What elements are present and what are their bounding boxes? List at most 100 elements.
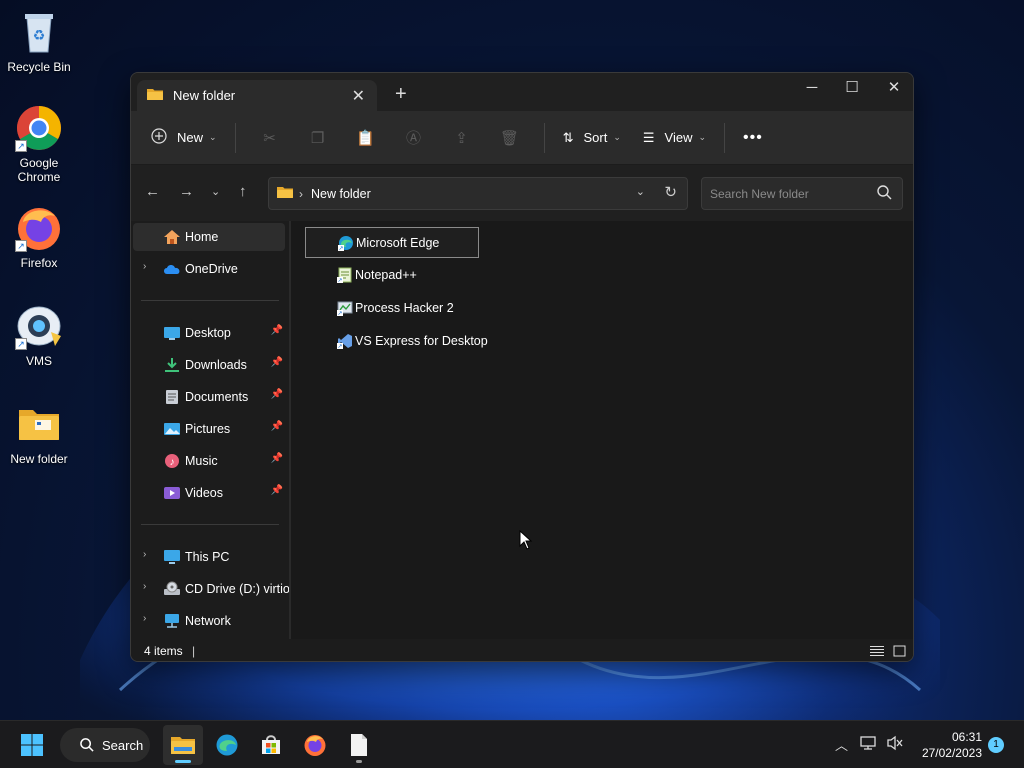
new-tab-button[interactable]: + — [395, 83, 407, 106]
toolbar-separator — [543, 122, 545, 153]
sidebar-item-music[interactable]: ♪ Music 📌 — [133, 447, 285, 475]
taskbar-edge[interactable] — [207, 725, 247, 765]
taskbar-search-button[interactable]: Search — [60, 728, 150, 762]
desktop-icon — [163, 325, 181, 341]
forward-arrow-icon[interactable]: → — [179, 183, 194, 200]
notification-badge[interactable]: 1 — [988, 737, 1004, 753]
network-status-icon[interactable] — [860, 735, 878, 754]
copy-icon[interactable]: ❐ — [294, 129, 342, 147]
taskbar-notepad[interactable] — [339, 725, 379, 765]
sidebar-item-label: Videos — [185, 486, 223, 500]
pin-icon[interactable]: 📌 — [271, 389, 283, 400]
sidebar-item-videos[interactable]: Videos 📌 — [133, 479, 285, 507]
expand-chevron-icon[interactable]: › — [143, 581, 146, 592]
tab-new-folder[interactable]: New folder ✕ — [137, 80, 377, 111]
desktop-icon-recycle-bin[interactable]: ♻ Recycle Bin — [2, 8, 76, 74]
file-item-notepad-plus-plus[interactable]: ↗ Notepad++ — [305, 260, 479, 291]
sidebar-item-onedrive[interactable]: › OneDrive — [133, 255, 285, 283]
minimize-button[interactable]: ─ — [792, 73, 832, 101]
sidebar-item-this-pc[interactable]: › This PC — [133, 543, 285, 571]
edge-icon: ↗ — [338, 235, 354, 252]
navigation-pane: Home › OneDrive Desktop 📌 Downloads 📌 Do… — [131, 221, 294, 639]
visual-studio-icon: ↗ — [337, 333, 353, 350]
search-icon — [80, 738, 94, 752]
file-item-microsoft-edge[interactable]: ↗ Microsoft Edge — [305, 227, 479, 258]
view-button-label: View — [664, 130, 693, 145]
sidebar-item-label: Documents — [185, 390, 249, 404]
expand-chevron-icon[interactable]: › — [143, 549, 146, 560]
volume-muted-icon[interactable] — [886, 735, 904, 754]
share-icon[interactable]: ⇪ — [438, 129, 486, 147]
home-icon — [163, 229, 181, 245]
file-item-vs-express[interactable]: ↗ VS Express for Desktop — [305, 326, 488, 357]
desktop-icon-google-chrome[interactable]: ↗ Google Chrome — [2, 104, 76, 184]
view-button[interactable]: ☰ View ⌄ — [635, 122, 714, 154]
address-row: ← → ⌄ ↑ › New folder ⌄ ↻ Search New fold… — [131, 165, 913, 221]
details-view-icon[interactable] — [870, 645, 884, 657]
new-button[interactable]: New ⌄ — [143, 122, 225, 154]
back-arrow-icon[interactable]: ← — [145, 183, 160, 200]
sidebar-item-downloads[interactable]: Downloads 📌 — [133, 351, 285, 379]
taskbar-firefox[interactable] — [295, 725, 335, 765]
refresh-icon[interactable]: ↻ — [664, 183, 677, 201]
cut-icon[interactable]: ✂ — [246, 129, 294, 147]
start-button[interactable] — [12, 725, 52, 765]
search-input[interactable]: Search New folder — [701, 177, 903, 210]
system-clock[interactable]: 06:31 27/02/2023 — [910, 729, 982, 761]
sidebar-item-documents[interactable]: Documents 📌 — [133, 383, 285, 411]
notepad-icon — [351, 734, 367, 756]
svg-text:↗: ↗ — [337, 278, 342, 283]
pin-icon[interactable]: 📌 — [271, 357, 283, 368]
desktop-icon-vms[interactable]: ↗ VMS — [2, 302, 76, 368]
sidebar-item-label: OneDrive — [185, 262, 238, 276]
vms-camera-icon: ↗ — [15, 302, 63, 350]
sidebar-item-home[interactable]: Home — [133, 223, 285, 251]
svg-text:↗: ↗ — [337, 344, 342, 349]
tab-close-icon[interactable]: ✕ — [352, 86, 365, 106]
expand-chevron-icon[interactable]: › — [143, 261, 146, 272]
pin-icon[interactable]: 📌 — [271, 325, 283, 336]
show-hidden-icons-chevron-icon[interactable]: ︿ — [835, 735, 848, 754]
recent-locations-icon[interactable]: ⌄ — [211, 185, 220, 198]
sidebar-item-desktop[interactable]: Desktop 📌 — [133, 319, 285, 347]
up-arrow-icon[interactable]: ↑ — [239, 183, 247, 200]
status-bar: 4 items | — [131, 639, 913, 661]
svg-text:↗: ↗ — [338, 246, 343, 251]
file-item-process-hacker[interactable]: ↗ Process Hacker 2 — [305, 293, 479, 324]
sidebar-separator — [141, 300, 279, 301]
shortcut-arrow-icon: ↗ — [15, 240, 27, 252]
pin-icon[interactable]: 📌 — [271, 453, 283, 464]
close-window-button[interactable]: ✕ — [874, 73, 913, 101]
sidebar-item-pictures[interactable]: Pictures 📌 — [133, 415, 285, 443]
file-item-label: VS Express for Desktop — [355, 334, 488, 348]
music-icon: ♪ — [163, 453, 181, 469]
delete-icon[interactable]: 🗑 — [486, 129, 534, 147]
file-item-label: Microsoft Edge — [356, 236, 440, 250]
windows-logo-icon — [21, 734, 43, 756]
sidebar-item-network[interactable]: › Network — [133, 607, 285, 635]
toolbar-separator — [234, 122, 236, 153]
expand-chevron-icon[interactable]: › — [143, 613, 146, 624]
taskbar: Search ︿ 06:31 27/02/2023 1 — [0, 720, 1024, 768]
pin-icon[interactable]: 📌 — [271, 421, 283, 432]
paste-icon[interactable]: 📋 — [342, 129, 390, 147]
address-bar[interactable]: › New folder ⌄ ↻ — [268, 177, 688, 210]
status-divider: | — [192, 644, 196, 658]
tiles-view-icon[interactable] — [893, 645, 907, 657]
desktop-icon-firefox[interactable]: ↗ Firefox — [2, 204, 76, 270]
maximize-button[interactable]: ☐ — [832, 73, 872, 101]
sidebar-item-cd-drive[interactable]: › CD Drive (D:) virtio- — [133, 575, 294, 603]
file-list: ↗ Microsoft Edge ↗ Notepad++ ↗ Process H… — [291, 221, 913, 639]
breadcrumb-current[interactable]: New folder — [311, 187, 371, 201]
more-options-icon[interactable]: ••• — [735, 122, 771, 154]
desktop-icon-new-folder[interactable]: New folder — [2, 400, 76, 466]
address-dropdown-icon[interactable]: ⌄ — [636, 185, 645, 198]
running-indicator — [356, 760, 362, 763]
rename-icon[interactable]: Ⓐ — [390, 127, 438, 148]
taskbar-file-explorer[interactable] — [163, 725, 203, 765]
sort-button[interactable]: ⇅ Sort ⌄ — [555, 122, 629, 154]
edge-icon — [216, 734, 238, 756]
pin-icon[interactable]: 📌 — [271, 485, 283, 496]
title-bar: New folder ✕ + ─ ☐ ✕ — [131, 73, 913, 111]
taskbar-microsoft-store[interactable] — [251, 725, 291, 765]
